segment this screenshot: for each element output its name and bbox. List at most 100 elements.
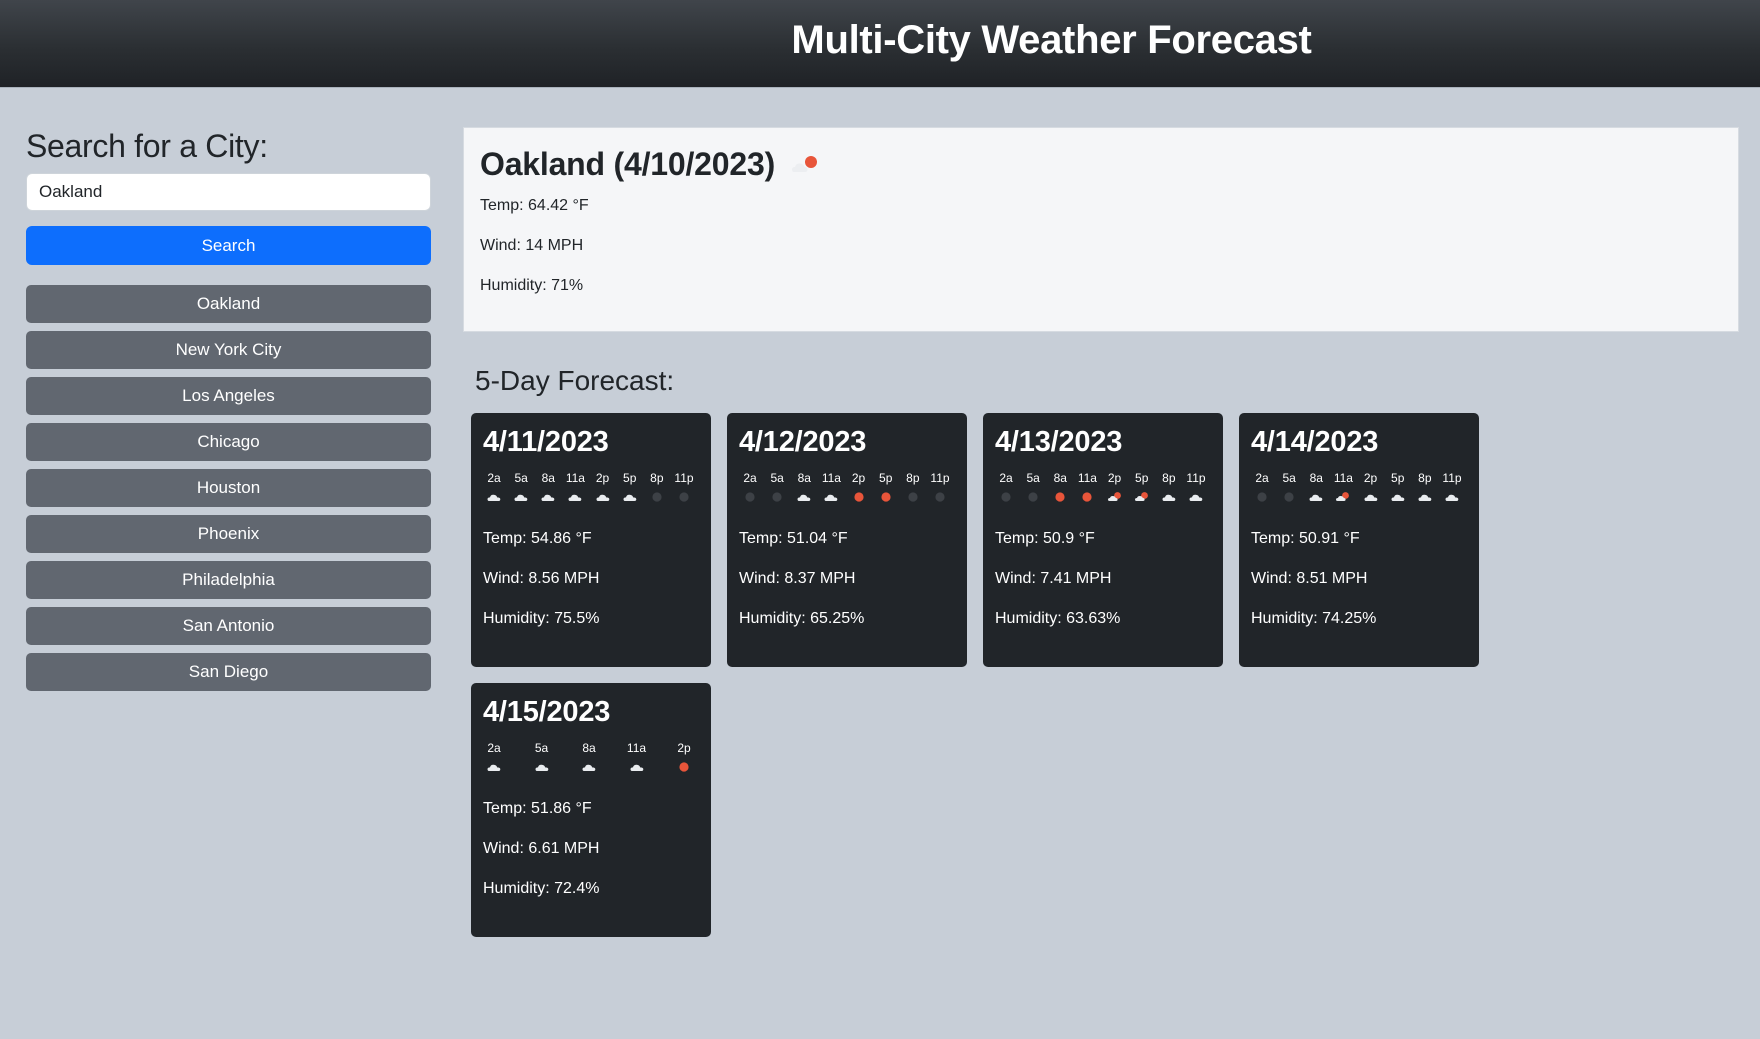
forecast-card: 4/11/2023 2a 5a 8a 11a 2p 5p 8p 11p Temp: 54.86 °… [471, 413, 711, 667]
few-clouds-night-icon [792, 156, 818, 172]
hour-label: 2a [1255, 471, 1269, 485]
forecast-date: 4/14/2023 [1251, 426, 1379, 458]
hour-slot: 8a [793, 471, 815, 502]
hour-slot: 11a [1076, 471, 1098, 502]
hour-label: 2p [851, 471, 866, 485]
hour-label: 8a [541, 471, 555, 485]
hour-label: 8p [650, 471, 664, 485]
hour-slot: 8a [537, 471, 559, 502]
cloud-icon [596, 494, 609, 501]
search-history: Oakland New York City Los Angeles Chicago Ho… [26, 285, 431, 691]
cloud-icon [623, 494, 637, 501]
sun-icon [1055, 492, 1065, 502]
hour-slot: 5p [619, 471, 641, 502]
current-humidity: Humidity: 71% [480, 277, 584, 294]
forecast-card: 4/13/2023 2a 5a 8a 11a 2p 5p 8p 11p Temp: 50.9 °F… [983, 413, 1223, 667]
hourly-strip: 2a 5a 8a 11a 2p 5p 8p 11p [995, 471, 1211, 502]
history-city-button[interactable]: New York City [26, 331, 431, 369]
hour-slot: 8p [1414, 471, 1436, 502]
forecast-humidity: Humidity: 63.63% [995, 610, 1121, 627]
hour-label: 8p [1162, 471, 1176, 485]
hour-label: 11p [1442, 471, 1462, 485]
hourly-strip: 2a 5a 8a 11a 2p [483, 741, 699, 772]
history-city-button[interactable]: Phoenix [26, 515, 431, 553]
search-button[interactable]: Search [26, 226, 431, 265]
hour-label: 11p [930, 471, 950, 485]
hour-label: 5p [1391, 471, 1405, 485]
hour-label: 11p [674, 471, 694, 485]
hourly-strip: 2a 5a 8a 11a 2p 5p 8p 11p [739, 471, 955, 502]
cloud-icon [487, 764, 501, 771]
hour-slot: 11p [673, 471, 695, 502]
cloud-icon [1364, 494, 1377, 501]
hour-label: 5a [514, 471, 528, 485]
hour-slot: 2p [1104, 471, 1126, 502]
cloud-icon [535, 764, 548, 771]
hour-label: 8a [1053, 471, 1067, 485]
hour-slot: 8p [1158, 471, 1180, 502]
hour-label: 11p [1186, 471, 1206, 485]
partly-cloudy-icon [1336, 492, 1350, 501]
hour-label: 2a [487, 471, 501, 485]
forecast-card: 4/12/2023 2a 5a 8a 11a 2p 5p 8p 11p Temp: 51.04 °… [727, 413, 967, 667]
hour-slot: 5a [531, 741, 553, 772]
hour-label: 8a [797, 471, 811, 485]
forecast-wind: Wind: 6.61 MPH [483, 840, 600, 857]
hour-slot: 11a [820, 471, 842, 502]
forecast-date: 4/11/2023 [483, 426, 609, 458]
hour-slot: 5a [1022, 471, 1044, 502]
hour-label: 5p [623, 471, 637, 485]
hour-slot: 11a [1332, 471, 1354, 502]
hour-slot: 2p [673, 741, 695, 772]
cloud-icon [1189, 494, 1203, 501]
clear-night-icon [1284, 492, 1294, 502]
history-city-button[interactable]: San Antonio [26, 607, 431, 645]
forecast-humidity: Humidity: 75.5% [483, 610, 600, 627]
hourly-strip: 2a 5a 8a 11a 2p 5p 8p 11p [1251, 471, 1467, 502]
hour-slot: 11a [626, 741, 648, 772]
forecast-date: 4/15/2023 [483, 696, 611, 728]
city-search-input[interactable] [26, 173, 431, 211]
hour-label: 5a [1282, 471, 1296, 485]
cloud-icon [568, 494, 582, 501]
history-city-button[interactable]: Philadelphia [26, 561, 431, 599]
forecast-temp: Temp: 51.86 °F [483, 800, 592, 817]
partly-cloudy-icon [1134, 492, 1148, 501]
cloud-icon [1391, 494, 1405, 501]
cloud-icon [1162, 494, 1176, 501]
cloud-icon [541, 494, 555, 501]
hour-slot: 11p [1185, 471, 1207, 502]
history-city-button[interactable]: Houston [26, 469, 431, 507]
forecast-wind: Wind: 8.37 MPH [739, 570, 856, 587]
hour-slot: 2p [592, 471, 614, 502]
cloud-icon [487, 494, 501, 501]
hour-slot: 11p [1441, 471, 1463, 502]
sun-icon [881, 492, 891, 502]
hour-label: 11a [1077, 471, 1097, 485]
clear-night-icon [1257, 492, 1267, 502]
hour-label: 11a [821, 471, 841, 485]
cloud-icon [1445, 494, 1459, 501]
hour-slot: 5p [875, 471, 897, 502]
hour-label: 5a [534, 741, 549, 755]
current-temp: Temp: 64.42 °F [480, 197, 589, 214]
sun-icon [679, 762, 689, 772]
forecast-wind: Wind: 8.56 MPH [483, 570, 600, 587]
hour-slot: 8p [646, 471, 668, 502]
history-city-button[interactable]: Chicago [26, 423, 431, 461]
hour-label: 2a [999, 471, 1013, 485]
hour-slot: 2a [995, 471, 1017, 502]
hour-slot: 11a [564, 471, 586, 502]
history-city-button[interactable]: Oakland [26, 285, 431, 323]
sun-icon [1082, 492, 1093, 502]
hour-slot: 8p [902, 471, 924, 502]
partly-cloudy-icon [1107, 492, 1121, 501]
forecast-temp: Temp: 54.86 °F [483, 530, 592, 547]
hour-slot: 5p [1387, 471, 1409, 502]
hour-slot: 2a [739, 471, 761, 502]
history-city-button[interactable]: San Diego [26, 653, 431, 691]
hour-label: 2p [595, 471, 610, 485]
hour-label: 11a [565, 471, 585, 485]
cloud-icon [1309, 494, 1323, 501]
history-city-button[interactable]: Los Angeles [26, 377, 431, 415]
